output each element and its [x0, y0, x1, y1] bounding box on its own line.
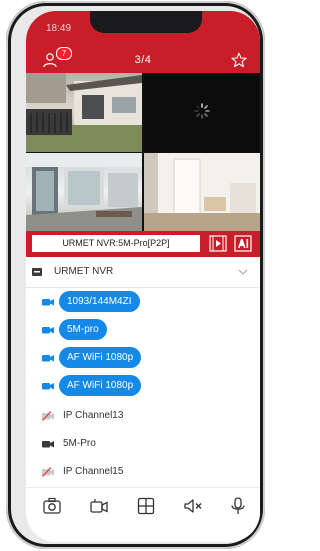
- patio-image: [26, 153, 142, 231]
- device-bar: URMET NVR:5M-Pro[P2P]: [26, 231, 260, 257]
- channel-label: 5M-pro: [59, 319, 107, 340]
- camera-icon: [42, 355, 54, 362]
- device-group-row[interactable]: URMET NVR: [26, 257, 260, 288]
- bottom-toolbar: [26, 487, 260, 542]
- status-time: 18:49: [46, 23, 72, 34]
- phone-frame: 18:49 7 3/4 URMET NVR:5M-Pro[P2P] URMET …: [6, 1, 265, 549]
- favorite-star-icon[interactable]: [231, 52, 247, 68]
- page-counter: 3/4: [134, 54, 152, 66]
- phone-notch: [90, 11, 202, 33]
- channel-label: IP Channel13: [63, 410, 124, 421]
- channel-item[interactable]: 5M-pro: [26, 316, 260, 344]
- layout-grid-icon[interactable]: [136, 497, 156, 515]
- channel-item[interactable]: AF WiFi 1080p: [26, 372, 260, 400]
- mute-icon[interactable]: [183, 497, 203, 515]
- video-tile-1[interactable]: [26, 73, 142, 152]
- camera-icon: [42, 299, 54, 306]
- snapshot-icon[interactable]: [42, 497, 62, 515]
- camera-icon: [42, 383, 54, 390]
- channel-list: URMET NVR 1093/144M4ZI 5M-pro AF WiFi 10…: [26, 257, 260, 487]
- playback-icon[interactable]: [209, 235, 227, 252]
- all-channels-icon[interactable]: [234, 235, 252, 252]
- camera-offline-icon: [42, 467, 54, 477]
- channel-item[interactable]: 5M-Pro: [26, 430, 260, 458]
- device-name-field[interactable]: URMET NVR:5M-Pro[P2P]: [32, 235, 200, 252]
- camera-icon: [42, 327, 54, 334]
- interior-room-image: [144, 153, 260, 231]
- device-group-label: URMET NVR: [54, 266, 114, 277]
- channel-label: AF WiFi 1080p: [59, 347, 142, 368]
- nvr-icon: [32, 268, 42, 276]
- record-icon[interactable]: [89, 497, 109, 515]
- video-tile-4[interactable]: [144, 153, 260, 231]
- video-tile-2-loading[interactable]: [144, 73, 260, 152]
- channel-label: 5M-Pro: [63, 438, 96, 449]
- live-view-grid: [26, 73, 260, 231]
- channel-item[interactable]: IP Channel15: [26, 458, 260, 486]
- camera-offline-icon: [42, 411, 54, 421]
- video-tile-3[interactable]: [26, 153, 142, 231]
- channel-label: IP Channel15: [63, 466, 124, 477]
- channel-label: AF WiFi 1080p: [59, 375, 142, 396]
- camera-icon: [42, 441, 54, 448]
- app-screen: 18:49 7 3/4 URMET NVR:5M-Pro[P2P] URMET …: [26, 11, 260, 542]
- channel-item[interactable]: IP Channel13: [26, 402, 260, 430]
- chevron-down-icon[interactable]: [237, 266, 249, 278]
- loading-spinner-icon: [194, 103, 210, 119]
- house-exterior-image: [26, 73, 142, 152]
- channel-item[interactable]: AF WiFi 1080p: [26, 344, 260, 372]
- channel-label: 1093/144M4ZI: [59, 291, 140, 312]
- microphone-icon[interactable]: [228, 497, 248, 515]
- channel-item[interactable]: 1093/144M4ZI: [26, 288, 260, 316]
